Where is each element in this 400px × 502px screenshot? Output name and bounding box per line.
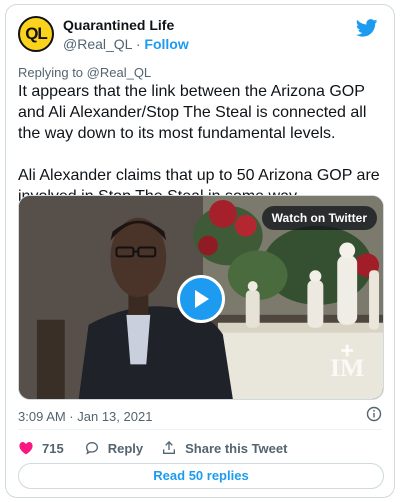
tweet-card: QL Quarantined Life @Real_QL · Follow Re… — [5, 4, 395, 498]
video-thumbnail[interactable]: IM Watch on Twitter — [18, 195, 384, 400]
tweet-timestamp[interactable]: 3:09 AM · Jan 13, 2021 — [18, 409, 152, 424]
heart-icon — [19, 442, 33, 455]
twitter-bird-icon[interactable] — [356, 19, 378, 37]
svg-text:IM: IM — [330, 353, 364, 382]
like-button[interactable]: 715 — [18, 440, 64, 456]
share-button[interactable]: Share this Tweet — [161, 440, 287, 456]
reply-bubble-icon — [85, 441, 98, 455]
replying-to: Replying to @Real_QL — [18, 65, 151, 80]
tweet-header: QL Quarantined Life @Real_QL · Follow — [18, 15, 382, 59]
handle-row: @Real_QL · Follow — [63, 36, 189, 52]
replying-mention-link[interactable]: @Real_QL — [87, 65, 152, 80]
info-icon[interactable] — [366, 406, 382, 422]
reply-button[interactable]: Reply — [84, 440, 143, 456]
reply-label: Reply — [107, 440, 144, 456]
like-count: 715 — [42, 440, 64, 456]
read-replies-button[interactable]: Read 50 replies — [18, 463, 384, 489]
share-icon — [163, 441, 176, 454]
play-button[interactable] — [177, 275, 225, 323]
tweet-paragraph-1: It appears that the link between the Ari… — [18, 83, 367, 142]
avatar[interactable]: QL — [18, 16, 54, 52]
replying-prefix: Replying to — [18, 65, 87, 80]
share-label: Share this Tweet — [185, 440, 288, 456]
author-name[interactable]: Quarantined Life — [63, 17, 174, 33]
watch-on-twitter-button[interactable]: Watch on Twitter — [261, 206, 377, 230]
avatar-logo-text: QL — [25, 24, 48, 43]
tweet-text: It appears that the link between the Ari… — [18, 81, 384, 207]
play-icon — [195, 290, 209, 308]
divider — [18, 429, 382, 430]
handle-separator: · — [131, 36, 145, 52]
action-bar: 715 Reply Share this Tweet — [18, 437, 287, 459]
author-handle[interactable]: @Real_QL — [63, 36, 132, 52]
follow-button[interactable]: Follow — [144, 36, 188, 52]
